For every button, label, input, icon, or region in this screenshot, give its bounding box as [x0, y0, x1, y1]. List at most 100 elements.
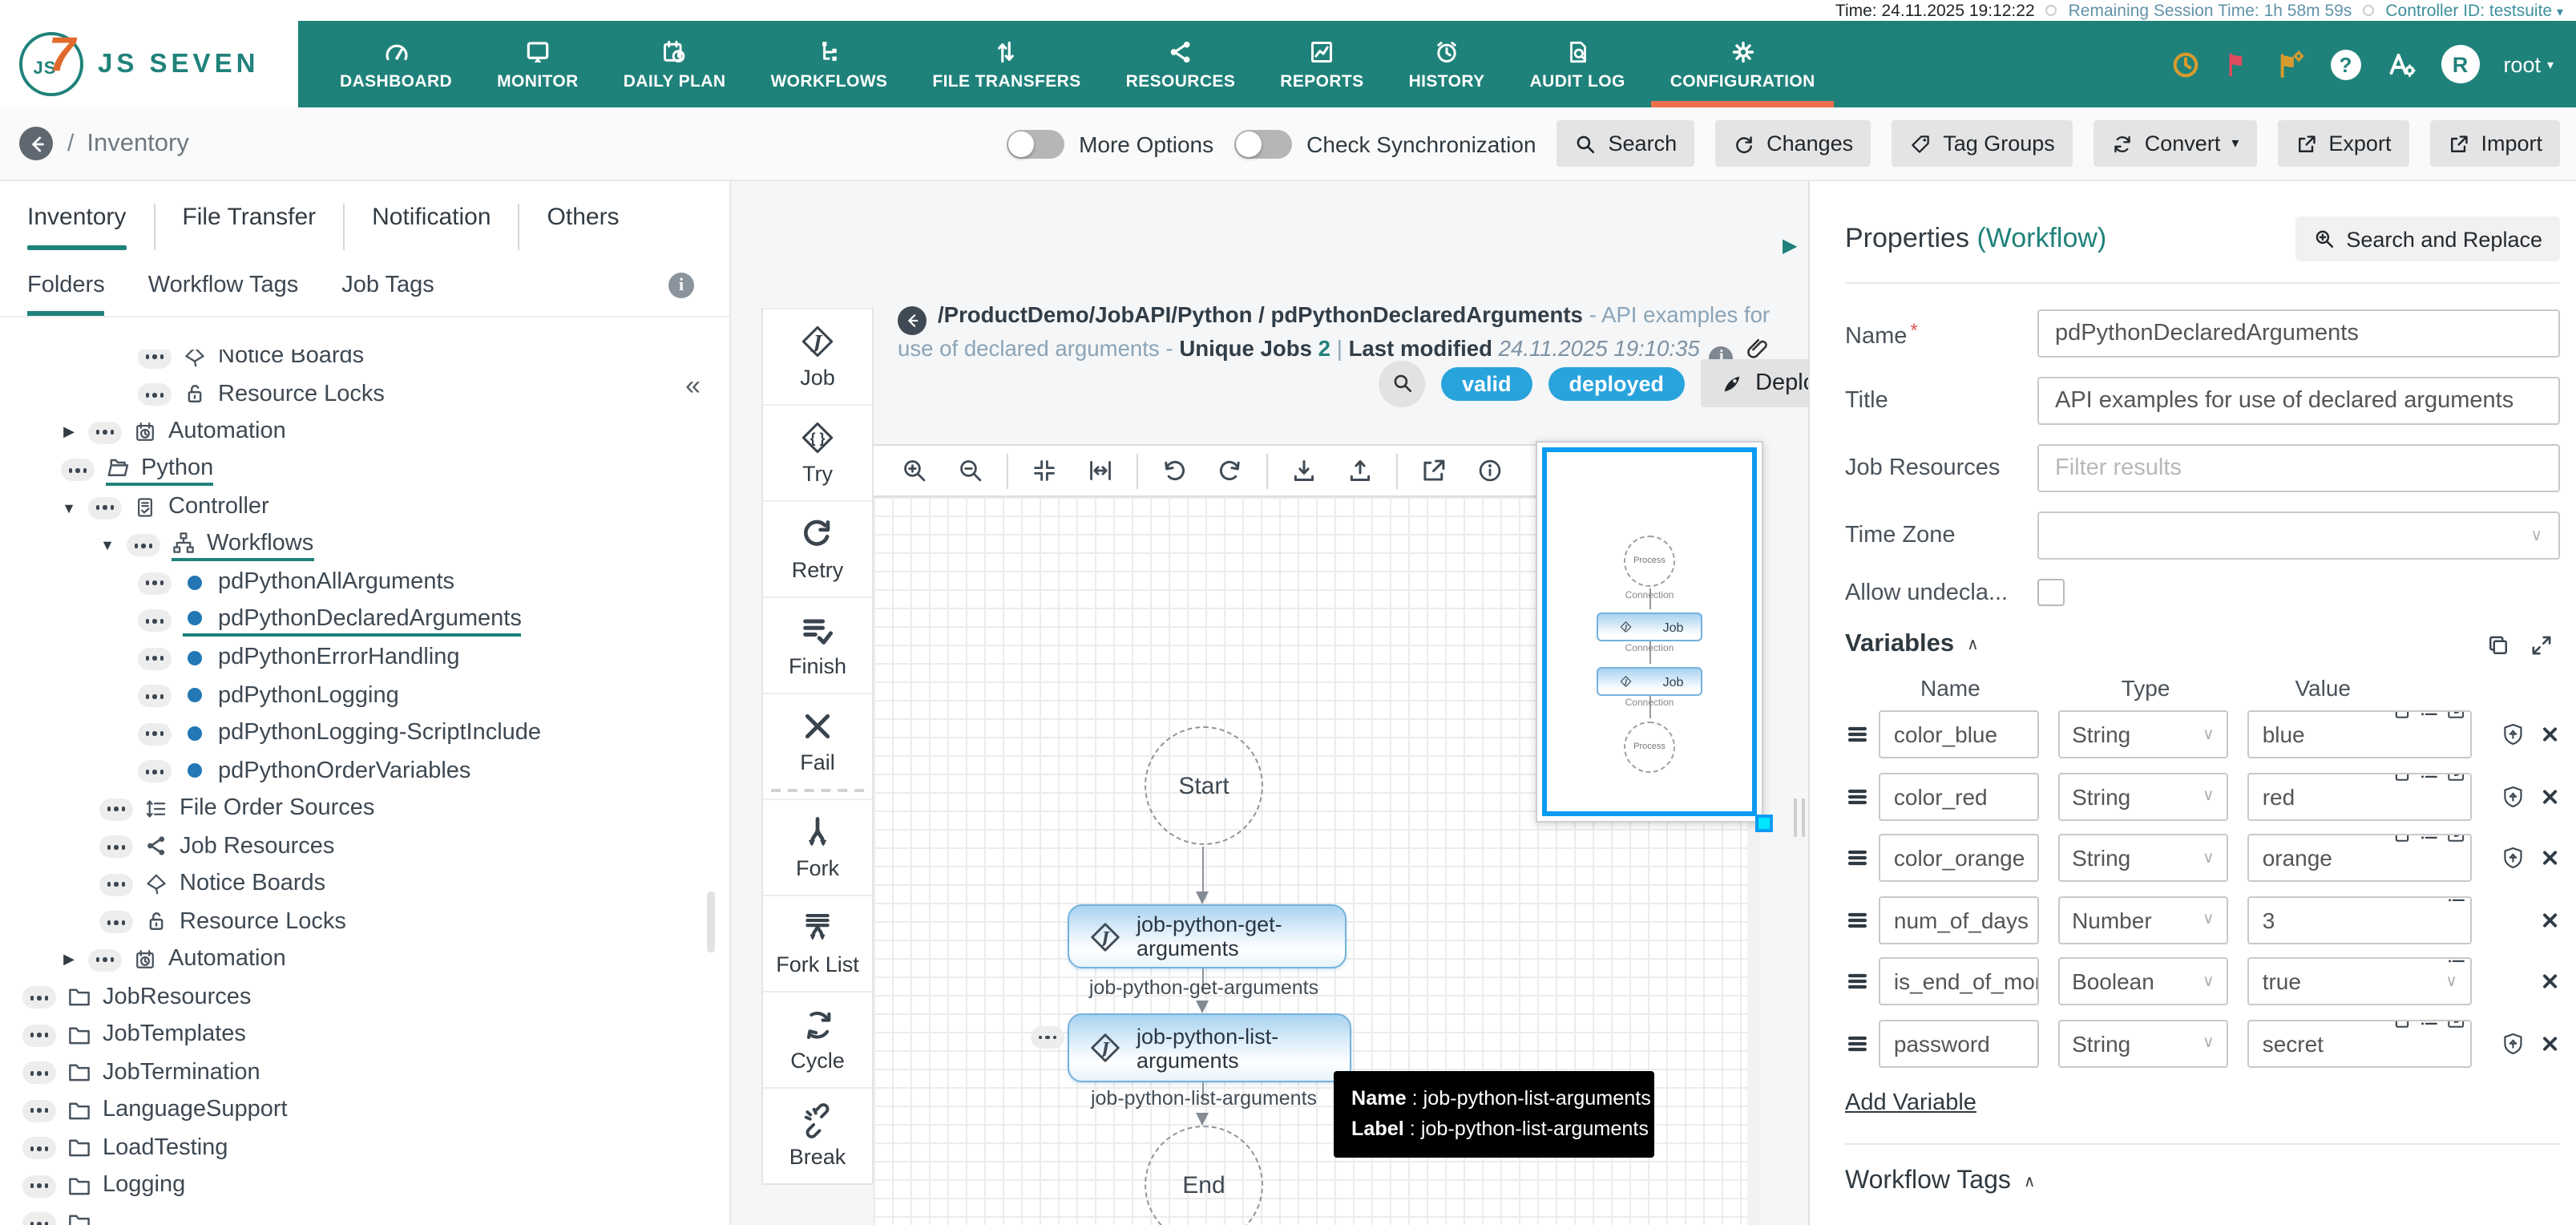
- tree-item-pdpythondeclaredarguments[interactable]: pdPythonDeclaredArguments: [0, 602, 717, 640]
- tree-item-pdpythonlogging-scriptinclude[interactable]: pdPythonLogging-ScriptInclude: [0, 715, 717, 753]
- tab-others[interactable]: Others: [520, 204, 647, 250]
- palette-item-job[interactable]: JJob: [763, 308, 872, 404]
- shield-icon[interactable]: [2501, 1029, 2526, 1057]
- variable-type-select[interactable]: String∨: [2057, 1019, 2229, 1067]
- tab-notification[interactable]: Notification: [345, 204, 519, 250]
- time-zone-select[interactable]: ∨: [2037, 511, 2560, 560]
- row-menu-icon[interactable]: [138, 648, 172, 670]
- palette-item-cycle[interactable]: Cycle: [763, 991, 872, 1087]
- tree-item-python[interactable]: Python: [0, 451, 717, 489]
- palette-item-try[interactable]: { }Try: [763, 404, 872, 500]
- job-resources-field[interactable]: Filter results: [2037, 444, 2560, 492]
- job-node-get-arguments[interactable]: J job-python-get-arguments: [1068, 904, 1347, 968]
- nav-item-daily-plan[interactable]: DAILY PLAN: [601, 21, 749, 107]
- row-menu-icon[interactable]: [127, 535, 160, 557]
- copy-icon[interactable]: [2486, 633, 2510, 657]
- chevron-collapsed-icon[interactable]: ▶: [61, 952, 77, 969]
- tab-inventory[interactable]: Inventory: [21, 204, 155, 250]
- tab-file-transfer[interactable]: File Transfer: [155, 204, 345, 250]
- edit-icon[interactable]: [2446, 1019, 2467, 1029]
- redo-icon[interactable]: [1217, 457, 1244, 484]
- workflow-path[interactable]: /ProductDemo/JobAPI/Python / pdPythonDec…: [938, 303, 1583, 327]
- edit-icon[interactable]: [2446, 710, 2467, 720]
- title-field[interactable]: API examples for use of declared argumen…: [2037, 377, 2560, 425]
- variable-type-select[interactable]: String∨: [2057, 834, 2229, 882]
- nav-item-file-transfers[interactable]: FILE TRANSFERS: [910, 21, 1103, 107]
- row-menu-icon[interactable]: [138, 572, 172, 595]
- row-menu-icon[interactable]: [138, 723, 172, 746]
- tree-item-resource-locks[interactable]: Resource Locks: [0, 376, 717, 414]
- row-menu-icon[interactable]: [22, 1213, 56, 1225]
- variable-name-field[interactable]: is_end_of_mont: [1880, 957, 2038, 1005]
- row-menu-icon[interactable]: [22, 1100, 56, 1122]
- variable-type-select[interactable]: Number∨: [2057, 896, 2229, 944]
- import-button[interactable]: Import: [2429, 120, 2560, 167]
- row-menu-icon[interactable]: [88, 949, 122, 972]
- nav-item-monitor[interactable]: MONITOR: [474, 21, 601, 107]
- variables-section-header[interactable]: Variables∧: [1845, 630, 1979, 659]
- search-and-replace-button[interactable]: Search and Replace: [2295, 216, 2560, 261]
- tree-item-automation[interactable]: ▶Automation: [0, 414, 717, 451]
- export-button[interactable]: Export: [2277, 120, 2408, 167]
- service-flag-icon[interactable]: [2275, 49, 2306, 79]
- variable-type-select[interactable]: String∨: [2057, 710, 2229, 758]
- add-variable-link[interactable]: Add Variable: [1845, 1090, 1976, 1116]
- variable-value-field[interactable]: true∨: [2248, 957, 2472, 1005]
- tree-item-logging[interactable]: Logging: [0, 1167, 717, 1205]
- node-menu-icon[interactable]: [1031, 1026, 1064, 1049]
- tree-item-pdpythonlogging[interactable]: pdPythonLogging: [0, 677, 717, 715]
- tree-item-notice-boards[interactable]: Notice Boards: [0, 866, 717, 904]
- listmenu-icon[interactable]: [2419, 772, 2440, 782]
- expand-icon[interactable]: [2530, 633, 2554, 657]
- tree-item-job-resources[interactable]: Job Resources: [0, 828, 717, 866]
- remove-variable-icon[interactable]: [2542, 725, 2560, 744]
- chevron-expanded-icon[interactable]: ▼: [61, 500, 77, 516]
- row-menu-icon[interactable]: [22, 987, 56, 1009]
- row-menu-icon[interactable]: [138, 350, 172, 369]
- clipboard-icon[interactable]: [2392, 1019, 2412, 1029]
- nav-item-dashboard[interactable]: DASHBOARD: [317, 21, 474, 107]
- palette-item-fork-list[interactable]: Fork List: [763, 895, 872, 991]
- row-menu-icon[interactable]: [138, 685, 172, 708]
- remove-variable-icon[interactable]: [2542, 848, 2560, 867]
- nav-item-audit-log[interactable]: AUDIT LOG: [1508, 21, 1648, 107]
- row-menu-icon[interactable]: [22, 1175, 56, 1198]
- tag-groups-button[interactable]: Tag Groups: [1892, 120, 2073, 167]
- listmenu-icon[interactable]: [2419, 834, 2440, 843]
- subtab-job-tags[interactable]: Job Tags: [341, 273, 434, 316]
- job-node-list-arguments[interactable]: J job-python-list-arguments: [1068, 1013, 1351, 1082]
- remove-variable-icon[interactable]: [2542, 1033, 2560, 1053]
- variable-value-field[interactable]: blue: [2248, 710, 2472, 758]
- minimap-resize-handle[interactable]: [1755, 815, 1773, 832]
- undo-icon[interactable]: [1161, 457, 1188, 484]
- palette-item-fail[interactable]: Fail: [763, 693, 872, 789]
- edit-icon[interactable]: [2446, 772, 2467, 782]
- variable-value-field[interactable]: red: [2248, 772, 2472, 820]
- upload-icon[interactable]: [1347, 457, 1374, 484]
- listmenu-icon[interactable]: [2419, 710, 2440, 720]
- variable-name-field[interactable]: color_orange: [1880, 834, 2038, 882]
- workflow-tags-section-header[interactable]: Workflow Tags∧: [1845, 1167, 2036, 1196]
- avatar[interactable]: R: [2441, 45, 2479, 83]
- tree-item-notice-boards[interactable]: Notice Boards: [0, 350, 717, 376]
- row-menu-icon[interactable]: [99, 836, 133, 859]
- row-menu-icon[interactable]: [99, 874, 133, 896]
- drag-handle-icon[interactable]: [1845, 847, 1870, 869]
- canvas-search-button[interactable]: [1379, 360, 1425, 406]
- toggle-more-options[interactable]: More Options: [1007, 129, 1213, 158]
- row-menu-icon[interactable]: [88, 497, 122, 520]
- row-menu-icon[interactable]: [22, 1138, 56, 1160]
- nav-item-resources[interactable]: RESOURCES: [1104, 21, 1258, 107]
- row-menu-icon[interactable]: [138, 761, 172, 783]
- start-node[interactable]: Start: [1145, 726, 1263, 845]
- tree-item-pdpythonerrorhandling[interactable]: pdPythonErrorHandling: [0, 640, 717, 677]
- edit-icon[interactable]: [2446, 834, 2467, 843]
- listmenu-icon[interactable]: [2419, 1019, 2440, 1029]
- tree-item-pdpythonordervariables[interactable]: pdPythonOrderVariables: [0, 753, 717, 790]
- shield-icon[interactable]: [2501, 843, 2526, 872]
- help-icon[interactable]: ?: [2330, 49, 2360, 79]
- nav-item-configuration[interactable]: CONFIGURATION: [1648, 21, 1838, 107]
- nav-item-workflows[interactable]: WORKFLOWS: [748, 21, 910, 107]
- row-menu-icon[interactable]: [99, 912, 133, 934]
- infocircle-icon[interactable]: [1476, 457, 1504, 484]
